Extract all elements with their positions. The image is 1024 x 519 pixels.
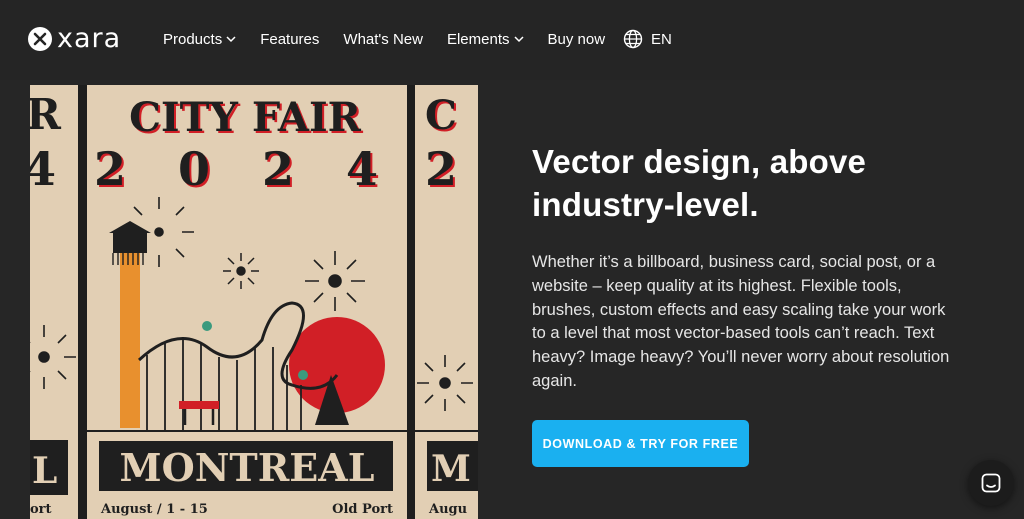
poster-right-venue-text: Augu (428, 502, 467, 517)
xara-logo[interactable]: xara (28, 23, 122, 54)
language-label: EN (651, 30, 672, 48)
firework-icon (30, 325, 76, 389)
site-header: xara Products Features What's New Elemen… (0, 0, 1024, 80)
nav-whats-new-label: What's New (343, 30, 423, 48)
poster-main: CITY FAIR CITY FAIR 2 0 2 4 2 0 2 4 MONT… (87, 85, 407, 519)
nav-products[interactable]: Products (163, 28, 236, 50)
poster-year-text: 2 0 2 4 (94, 142, 396, 196)
poster-date-text: August / 1 - 15 (100, 502, 208, 517)
poster-left-venue-text: ort (30, 502, 52, 517)
poster-left-city-text: L (32, 450, 57, 492)
poster-title-text: CITY FAIR (129, 94, 362, 141)
poster-left-year-text: 4 (30, 142, 56, 196)
hero-description: Whether it’s a billboard, business card,… (532, 253, 950, 390)
hero-title: Vector design, above industry-level. (532, 143, 867, 223)
nav-features[interactable]: Features (260, 28, 319, 50)
chat-widget-button[interactable] (968, 460, 1014, 506)
chat-icon (981, 473, 1001, 493)
poster-left-partial: R 4 L ort (30, 85, 78, 519)
nav-elements[interactable]: Elements (447, 28, 524, 50)
poster-left-title-text: R (30, 90, 62, 139)
download-try-free-button[interactable]: DOWNLOAD & TRY FOR FREE (532, 420, 749, 467)
nav-whats-new[interactable]: What's New (343, 28, 423, 50)
nav-products-label: Products (163, 30, 223, 48)
nav-features-label: Features (260, 30, 320, 48)
language-selector[interactable]: EN (623, 28, 672, 50)
xara-logo-icon (28, 27, 52, 51)
nav-elements-label: Elements (446, 30, 510, 48)
firework-icon (305, 251, 365, 311)
globe-icon (623, 29, 643, 49)
hero-poster-image: R 4 L ort CITY FAIR CITY FAIR 2 0 2 4 2 … (30, 85, 478, 519)
poster-right-year-text: 2 (425, 142, 457, 196)
firework-icon (223, 253, 259, 289)
nav-buy-now[interactable]: Buy now (548, 28, 606, 50)
poster-right-title-text: C (425, 92, 457, 139)
chevron-down-icon (513, 36, 524, 43)
nav-buy-now-label: Buy now (547, 30, 606, 48)
main-nav: Products Features What's New Elements Bu… (163, 28, 696, 50)
poster-venue-text: Old Port (332, 502, 393, 517)
logo-text: xara (57, 23, 122, 54)
chevron-down-icon (226, 36, 236, 43)
poster-right-partial: C C 2 2 M Augu (415, 85, 478, 519)
firework-icon (417, 355, 473, 411)
poster-right-city-text: M (431, 448, 471, 490)
poster-city-text: MONTREAL (120, 445, 375, 490)
